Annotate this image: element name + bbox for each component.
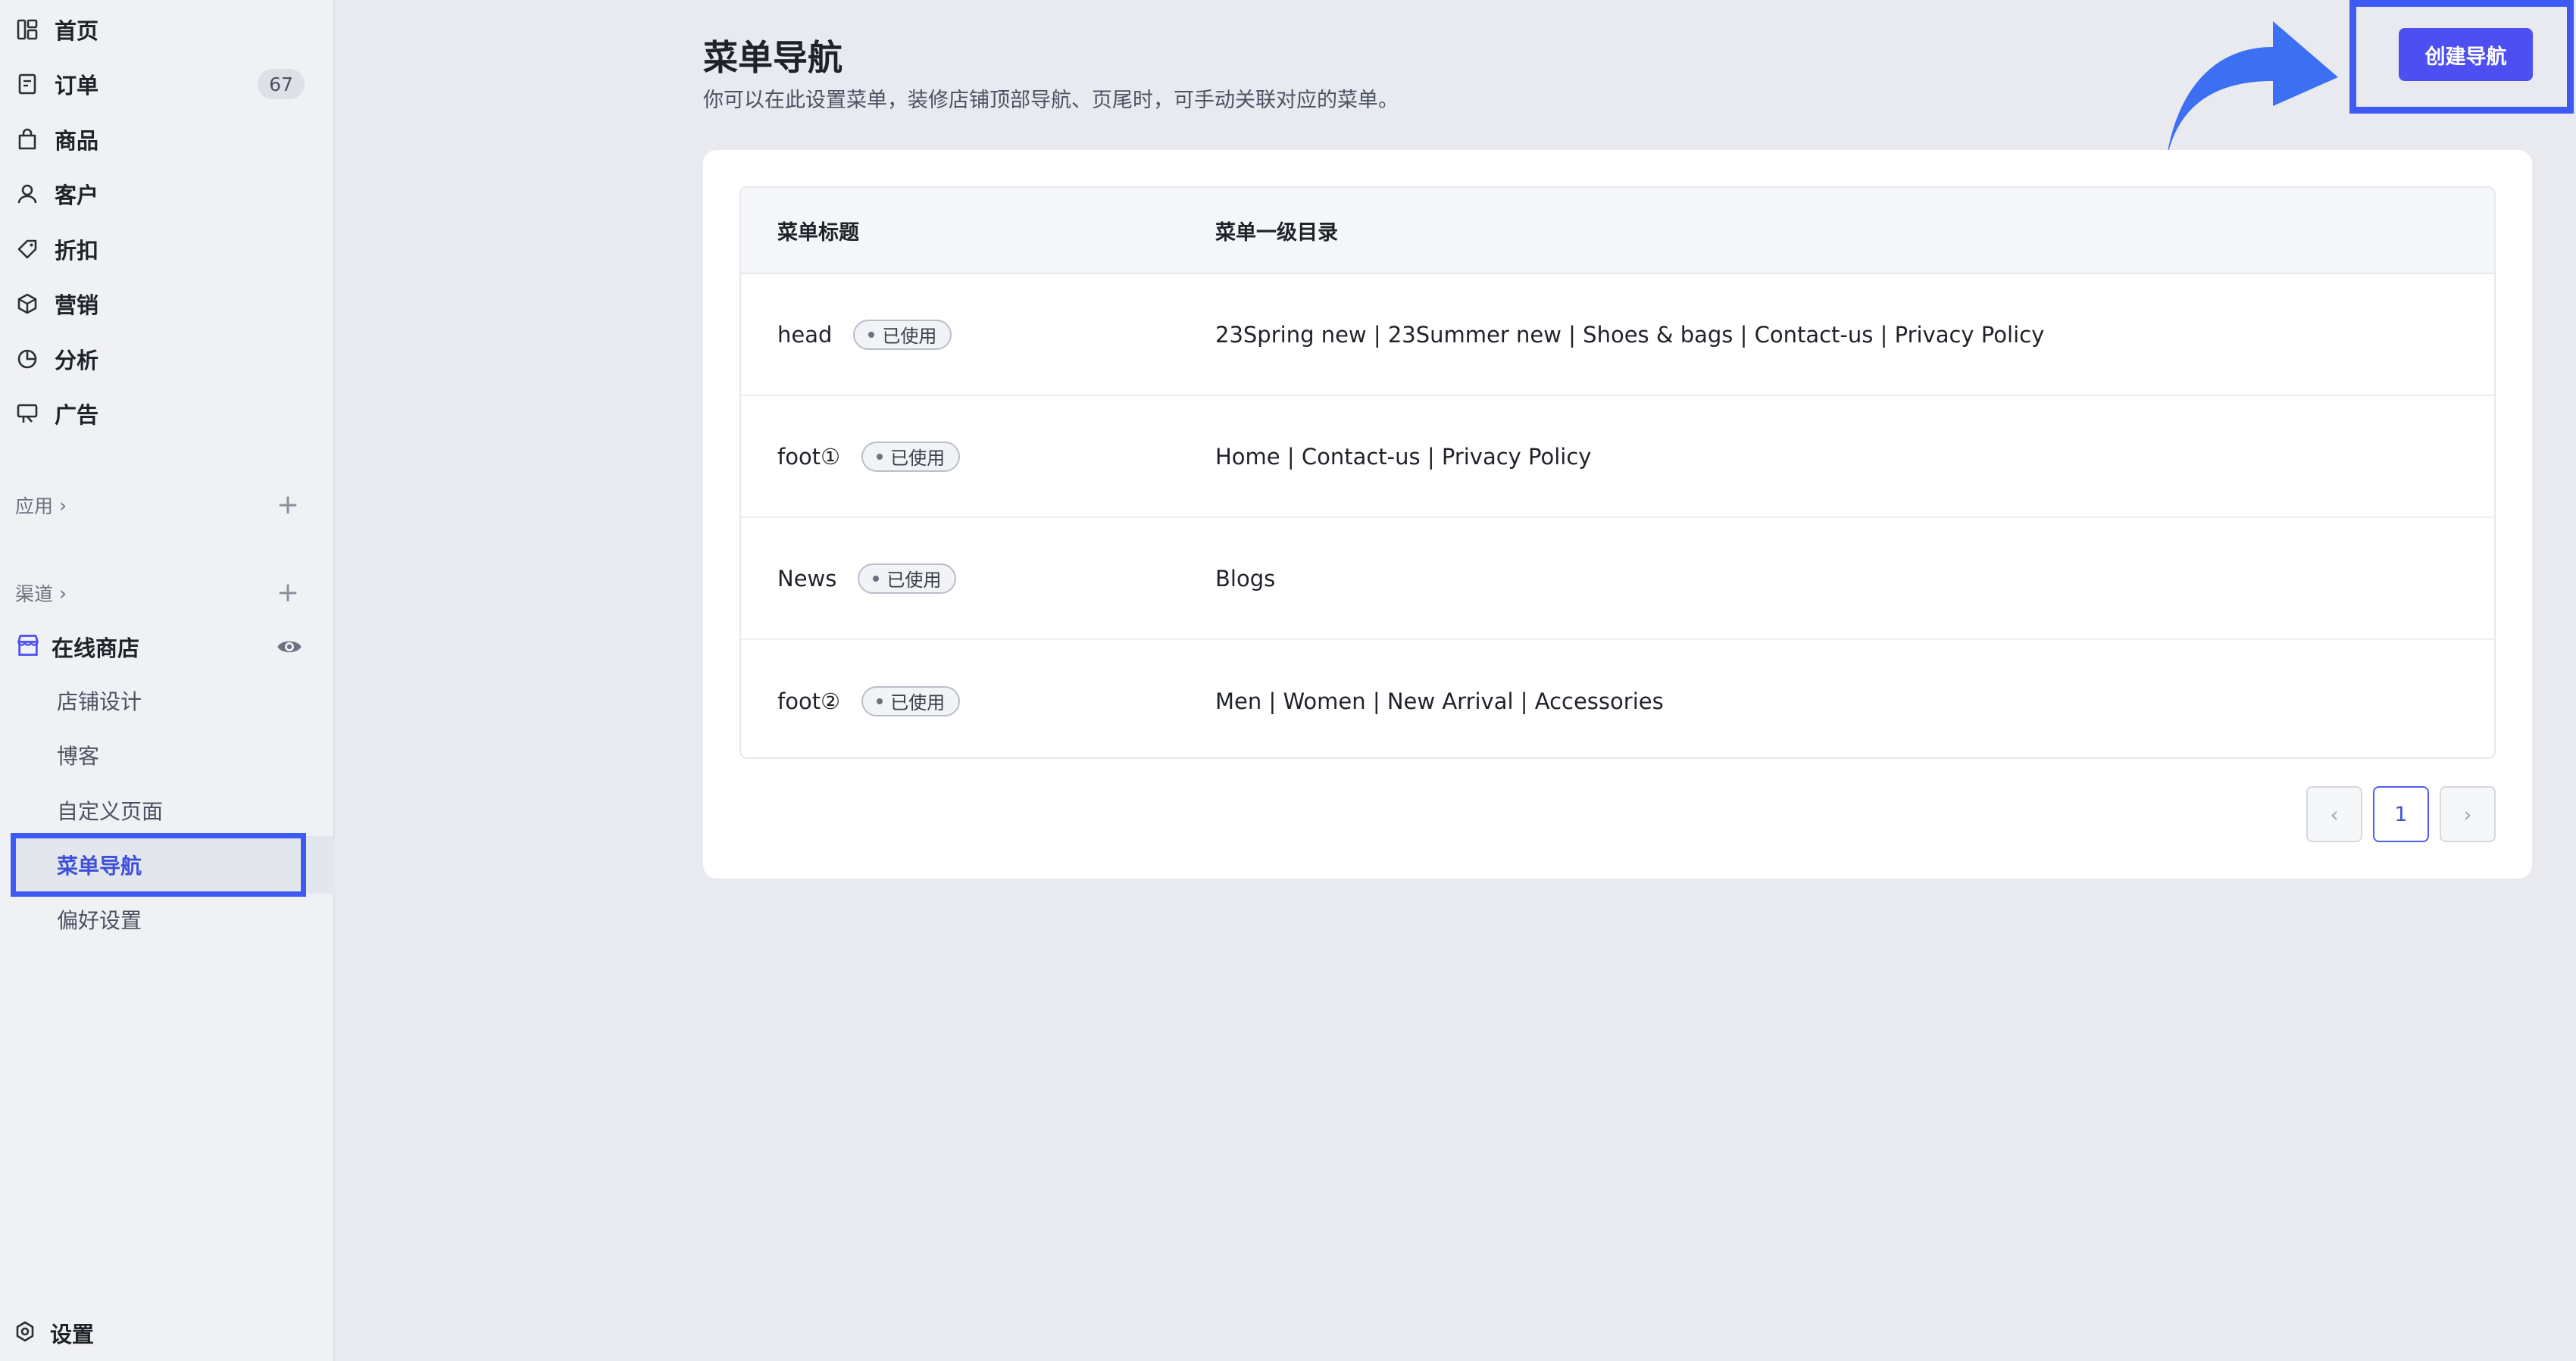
subnav-custom-pages[interactable]: 自定义页面 bbox=[57, 791, 163, 830]
menu-directory: Men | Women | New Arrival | Accessories bbox=[1215, 688, 1664, 714]
chevron-right-icon: › bbox=[59, 494, 67, 517]
order-icon bbox=[14, 70, 41, 98]
nav-item-online-store[interactable]: 在线商店 bbox=[15, 626, 303, 668]
nav-item-label: 商品 bbox=[55, 128, 99, 154]
nav-item-label: 广告 bbox=[55, 402, 99, 428]
subnav-preferences[interactable]: 偏好设置 bbox=[57, 900, 142, 939]
menu-title[interactable]: foot① bbox=[777, 444, 840, 470]
nav-item-ads[interactable]: 广告 bbox=[14, 392, 309, 435]
table-row[interactable]: head 已使用 23Spring new | 23Summer new | S… bbox=[741, 274, 2494, 396]
nav-item-discounts[interactable]: 折扣 bbox=[14, 228, 309, 270]
status-label: 已使用 bbox=[890, 448, 946, 469]
pie-chart-icon bbox=[14, 345, 41, 373]
menu-title[interactable]: News bbox=[777, 566, 836, 592]
tag-icon bbox=[14, 236, 41, 263]
subnav-blog[interactable]: 博客 bbox=[57, 735, 99, 775]
status-badge: 已使用 bbox=[861, 685, 961, 716]
menu-directory: Home | Contact-us | Privacy Policy bbox=[1215, 443, 1592, 470]
nav-item-settings[interactable]: 设置 bbox=[14, 1312, 94, 1354]
nav-item-products[interactable]: 商品 bbox=[14, 118, 309, 161]
menu-table-card: 菜单标题 菜单一级目录 head 已使用 23Spring new | 23Su… bbox=[703, 150, 2532, 879]
add-channel-plus-icon[interactable]: + bbox=[277, 579, 299, 607]
table-row[interactable]: foot① 已使用 Home | Contact-us | Privacy Po… bbox=[741, 396, 2494, 518]
menu-table: 菜单标题 菜单一级目录 head 已使用 23Spring new | 23Su… bbox=[739, 186, 2496, 759]
page-description: 你可以在此设置菜单，装修店铺顶部导航、页尾时，可手动关联对应的菜单。 bbox=[703, 89, 1399, 112]
status-dot-icon bbox=[877, 698, 883, 704]
nav-item-marketing[interactable]: 营销 bbox=[14, 283, 309, 325]
nav-item-label: 营销 bbox=[55, 292, 99, 318]
subnav-store-design[interactable]: 店铺设计 bbox=[57, 681, 142, 720]
table-row[interactable]: foot② 已使用 Men | Women | New Arrival | Ac… bbox=[741, 640, 2494, 757]
dashboard-icon bbox=[14, 16, 41, 43]
nav-item-home[interactable]: 首页 bbox=[14, 8, 309, 51]
pagination-prev-button[interactable]: ‹ bbox=[2306, 786, 2362, 842]
chevron-left-icon: ‹ bbox=[2330, 801, 2339, 827]
online-store-label: 在线商店 bbox=[52, 635, 140, 661]
sidebar: 首页 订单 67 商品 客户 折扣 营销 分析 广告 应用 › + 渠道 › +… bbox=[0, 0, 335, 1361]
channels-section-header[interactable]: 渠道 › + bbox=[15, 576, 299, 610]
status-label: 已使用 bbox=[882, 326, 937, 347]
page-title: 菜单导航 bbox=[703, 37, 843, 78]
status-badge: 已使用 bbox=[853, 319, 952, 350]
status-dot-icon bbox=[868, 331, 875, 338]
status-dot-icon bbox=[877, 453, 883, 460]
nav-item-customers[interactable]: 客户 bbox=[14, 173, 309, 215]
nav-item-label: 订单 bbox=[55, 73, 99, 98]
status-dot-icon bbox=[873, 575, 880, 582]
channels-section-label: 渠道 bbox=[15, 583, 54, 605]
apps-section-label: 应用 bbox=[15, 495, 54, 517]
eye-icon[interactable] bbox=[276, 633, 303, 663]
settings-label: 设置 bbox=[50, 1322, 95, 1347]
status-label: 已使用 bbox=[890, 692, 946, 713]
apps-section-header[interactable]: 应用 › + bbox=[15, 489, 299, 522]
menu-title[interactable]: head bbox=[777, 322, 832, 348]
add-app-plus-icon[interactable]: + bbox=[277, 492, 299, 519]
status-badge: 已使用 bbox=[858, 563, 957, 594]
cube-icon bbox=[14, 290, 41, 317]
gear-icon bbox=[14, 1320, 36, 1346]
status-label: 已使用 bbox=[886, 570, 942, 591]
order-count-badge: 67 bbox=[258, 69, 305, 99]
nav-item-orders[interactable]: 订单 67 bbox=[14, 63, 309, 105]
pagination-page-current[interactable]: 1 bbox=[2373, 786, 2429, 842]
status-badge: 已使用 bbox=[861, 441, 961, 472]
table-header: 菜单标题 菜单一级目录 bbox=[741, 188, 2494, 274]
menu-directory: 23Spring new | 23Summer new | Shoes & ba… bbox=[1215, 321, 2045, 348]
column-header-title: 菜单标题 bbox=[777, 220, 859, 245]
subnav-menu-navigation[interactable]: 菜单导航 bbox=[57, 845, 142, 885]
nav-item-label: 分析 bbox=[55, 348, 99, 373]
bag-icon bbox=[14, 126, 41, 153]
nav-item-analytics[interactable]: 分析 bbox=[14, 338, 309, 380]
table-row[interactable]: News 已使用 Blogs bbox=[741, 518, 2494, 640]
menu-title[interactable]: foot② bbox=[777, 688, 840, 714]
store-icon bbox=[15, 632, 41, 661]
chevron-right-icon: › bbox=[2463, 801, 2472, 827]
nav-item-label: 首页 bbox=[55, 18, 99, 44]
curved-arrow-pointer-icon bbox=[2165, 21, 2338, 167]
nav-item-label: 客户 bbox=[55, 183, 99, 208]
create-navigation-button[interactable]: 创建导航 bbox=[2399, 28, 2533, 81]
billboard-icon bbox=[14, 400, 41, 427]
nav-item-label: 折扣 bbox=[55, 238, 99, 264]
pagination-next-button[interactable]: › bbox=[2440, 786, 2496, 842]
menu-directory: Blogs bbox=[1215, 565, 1276, 592]
user-icon bbox=[14, 180, 41, 208]
column-header-directory: 菜单一级目录 bbox=[1215, 220, 1338, 245]
chevron-right-icon: › bbox=[59, 582, 67, 604]
